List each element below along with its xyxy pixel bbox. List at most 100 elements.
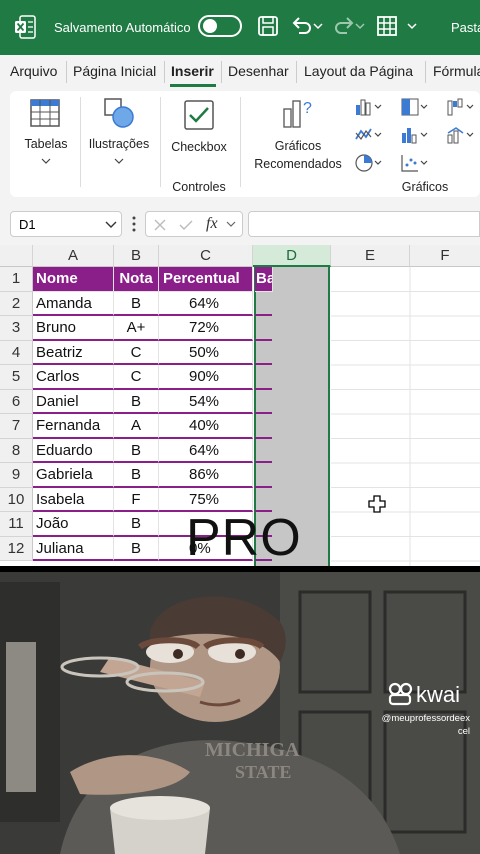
header-cell-nota[interactable]: Nota [114,267,159,292]
name-cell[interactable]: Bruno [33,316,114,341]
name-cell[interactable]: Isabela [33,487,114,512]
header-cell-d[interactable]: Ba [255,267,273,292]
row-header[interactable]: 2 [0,291,33,316]
recommended-charts-label-2: Recomendados [254,157,342,171]
illustrations-label: Ilustrações [88,137,150,151]
combo-chart-icon[interactable] [446,125,476,145]
row-header[interactable]: 9 [0,463,33,488]
tab-formulas[interactable]: Fórmula [433,63,480,79]
grade-cell[interactable]: A [114,414,159,439]
grade-cell[interactable]: B [114,463,159,488]
checkbox-button[interactable]: Checkbox [164,95,234,165]
tab-pagina-inicial[interactable]: Página Inicial [73,63,156,79]
header-cell-percentual[interactable]: Percentual [159,267,253,292]
quick-access-chevron-icon[interactable] [405,14,419,38]
ribbon: Tabelas Ilustrações Checkbox Controles ?… [0,89,480,201]
table-format-icon[interactable] [375,14,399,38]
percent-cell[interactable]: 86% [159,463,253,488]
name-cell[interactable]: Juliana [33,536,114,561]
row-header[interactable]: 5 [0,365,33,390]
grade-cell[interactable]: B [114,389,159,414]
empty-gridlines [331,267,480,567]
column-header-f[interactable]: F [410,245,480,267]
percent-cell[interactable]: 64% [159,291,253,316]
row-header[interactable]: 10 [0,487,33,512]
row-header[interactable]: 4 [0,340,33,365]
grade-cell[interactable]: B [114,438,159,463]
redo-dropdown-chevron-icon[interactable] [354,14,366,38]
line-chart-icon[interactable] [354,125,384,145]
name-box[interactable]: D1 [10,211,122,237]
grade-cell[interactable]: B [114,536,159,561]
percent-cell[interactable]: 64% [159,438,253,463]
row-header[interactable]: 7 [0,414,33,439]
creator-handle: @meuprofessordeex cel [364,712,470,738]
creator-handle-line-1: @meuprofessordeex [381,713,470,724]
tab-desenhar[interactable]: Desenhar [228,63,289,79]
ribbon-panel: Tabelas Ilustrações Checkbox Controles ?… [10,91,480,197]
name-box-value: D1 [19,217,36,232]
row-header[interactable]: 1 [0,267,33,292]
tab-separator [425,61,426,83]
formula-input[interactable] [248,211,480,237]
more-options-icon[interactable] [132,216,136,232]
shapes-icon [104,98,134,128]
percent-cell[interactable]: 54% [159,389,253,414]
insert-function-button[interactable]: fx [206,215,218,233]
grade-cell[interactable]: C [114,365,159,390]
name-cell[interactable]: Beatriz [33,340,114,365]
pie-chart-icon[interactable] [354,153,384,173]
tab-layout-da-pagina[interactable]: Layout da Página [304,63,413,79]
name-cell[interactable]: Fernanda [33,414,114,439]
grade-cell[interactable]: A+ [114,316,159,341]
header-cell-nome[interactable]: Nome [33,267,114,292]
tab-inserir[interactable]: Inserir [171,63,214,79]
fx-chevron-icon[interactable] [226,221,236,229]
column-header-a[interactable]: A [33,245,114,267]
scatter-chart-icon[interactable] [400,153,430,173]
column-header-e[interactable]: E [331,245,410,267]
save-icon[interactable] [256,14,280,38]
column-header-c[interactable]: C [159,245,253,267]
recommended-charts-icon: ? [283,100,312,128]
name-cell[interactable]: Daniel [33,389,114,414]
hierarchy-chart-icon[interactable] [400,97,430,117]
row-header[interactable]: 3 [0,316,33,341]
waterfall-chart-icon[interactable] [446,97,476,117]
row-header[interactable]: 6 [0,389,33,414]
row-header[interactable]: 12 [0,536,33,561]
tables-label: Tabelas [24,137,68,151]
enter-check-icon[interactable] [178,218,194,232]
controls-group-label: Controles [172,180,226,194]
grade-cell[interactable]: B [114,291,159,316]
redo-icon[interactable] [332,14,356,38]
undo-icon[interactable] [290,14,314,38]
percent-cell[interactable]: 90% [159,365,253,390]
autosave-toggle[interactable] [198,15,242,37]
column-header-d[interactable]: D [253,245,331,267]
name-cell[interactable]: Gabriela [33,463,114,488]
recommended-charts-button[interactable]: ? Gráficos Recomendados [246,95,350,175]
column-header-b[interactable]: B [114,245,159,267]
autosave-label: Salvamento Automático [54,20,191,35]
undo-dropdown-chevron-icon[interactable] [312,14,324,38]
percent-cell[interactable]: 50% [159,340,253,365]
grade-cell[interactable]: C [114,340,159,365]
percent-cell[interactable]: 72% [159,316,253,341]
column-chart-icon[interactable] [354,97,384,117]
grade-cell[interactable]: B [114,512,159,537]
percent-cell[interactable]: 40% [159,414,253,439]
tab-arquivo[interactable]: Arquivo [10,63,57,79]
statistic-chart-icon[interactable] [400,125,430,145]
cancel-icon[interactable] [153,218,167,232]
name-cell[interactable]: João [33,512,114,537]
name-cell[interactable]: Carlos [33,365,114,390]
row-header[interactable]: 8 [0,438,33,463]
row-header[interactable]: 11 [0,512,33,537]
select-all-corner[interactable] [0,245,33,267]
name-cell[interactable]: Amanda [33,291,114,316]
tables-button[interactable]: Tabelas [16,95,76,175]
grade-cell[interactable]: F [114,487,159,512]
name-cell[interactable]: Eduardo [33,438,114,463]
illustrations-button[interactable]: Ilustrações [84,95,154,175]
